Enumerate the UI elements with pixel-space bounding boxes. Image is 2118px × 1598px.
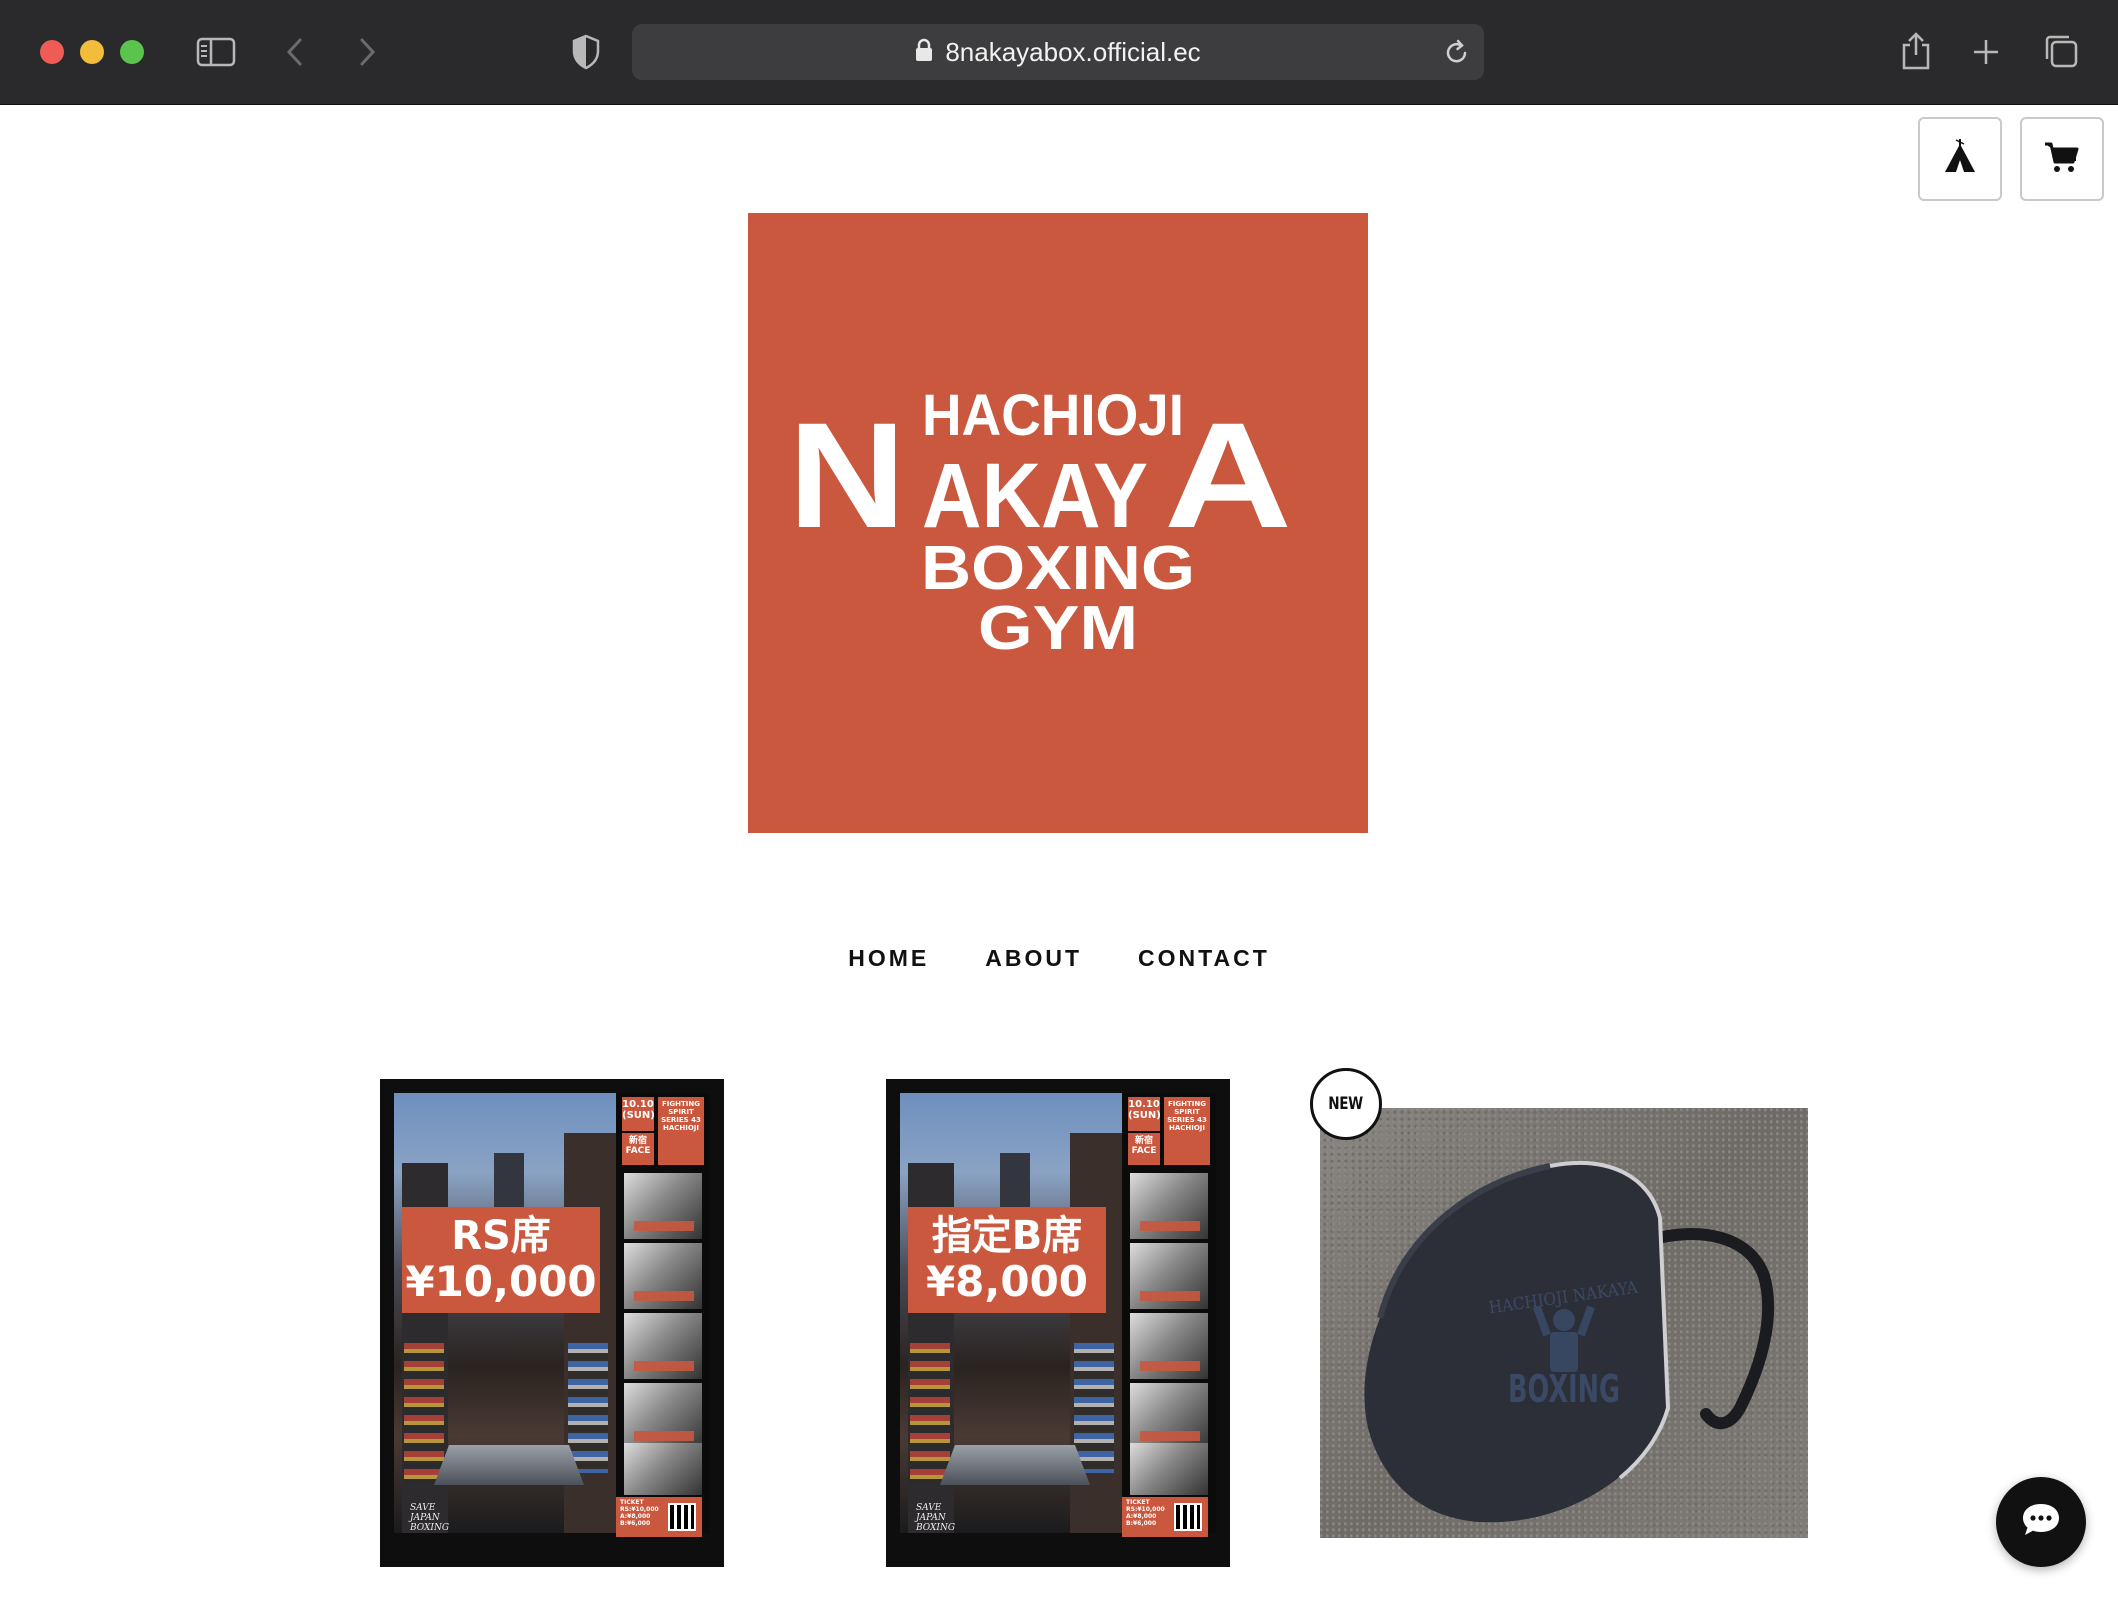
- poster-ticket-prices: TICKET RS:¥10,000 A:¥8,000 B:¥6,000: [1122, 1497, 1208, 1537]
- zoom-window-button[interactable]: [120, 40, 144, 64]
- nav-about[interactable]: ABOUT: [985, 945, 1082, 972]
- poster-slogan: SAVE JAPAN BOXING: [410, 1503, 450, 1533]
- tent-icon: [1942, 138, 1978, 181]
- share-icon[interactable]: [1896, 28, 1936, 74]
- reload-icon[interactable]: [1444, 38, 1470, 71]
- sidebar-toggle-icon[interactable]: [194, 34, 238, 70]
- new-badge: NEW: [1310, 1068, 1382, 1140]
- mask-product-image: HACHIOJI NAKAYA BOXING: [1320, 1108, 1808, 1538]
- chat-icon: [2020, 1501, 2062, 1544]
- poster-ticket-prices: TICKET RS:¥10,000 A:¥8,000 B:¥6,000: [616, 1497, 702, 1537]
- qr-code-icon: [668, 1503, 696, 1531]
- product-card-mask[interactable]: HACHIOJI NAKAYA BOXING: [1320, 1108, 1808, 1538]
- browser-toolbar: 8nakayabox.official.ec: [0, 0, 2118, 105]
- address-url: 8nakayabox.official.ec: [945, 36, 1201, 67]
- shop-logo[interactable]: N HACHIOJI AKAY A BOXING GYM: [748, 213, 1368, 833]
- poster-slogan: SAVE JAPAN BOXING: [916, 1503, 956, 1533]
- price-label: 指定B席 ¥8,000: [908, 1207, 1106, 1313]
- shop-home-button[interactable]: [1918, 117, 2002, 201]
- minimize-window-button[interactable]: [80, 40, 104, 64]
- nav-contact[interactable]: CONTACT: [1138, 945, 1270, 972]
- cart-icon: [2044, 140, 2080, 179]
- boxing-ring-image: [434, 1445, 584, 1485]
- product-card-rs-ticket[interactable]: SAVE JAPAN BOXING 10.10 (SUN) 新宿 FACE FIGHT…: [380, 1079, 724, 1567]
- svg-text:BOXING: BOXING: [921, 534, 1195, 603]
- cart-button[interactable]: [2020, 117, 2104, 201]
- lock-icon: [915, 38, 933, 67]
- poster-fight-card: 10.10 (SUN) 新宿 FACE FIGHTING SPIRIT SERIE…: [616, 1093, 710, 1533]
- price-label: RS席 ¥10,000: [402, 1207, 600, 1313]
- product-card-b-ticket[interactable]: SAVE JAPAN BOXING 10.10 (SUN) 新宿 FACE FIGHT…: [886, 1079, 1230, 1567]
- forward-icon[interactable]: [352, 34, 382, 70]
- tab-overview-icon[interactable]: [2040, 30, 2082, 72]
- qr-code-icon: [1174, 1503, 1202, 1531]
- back-icon[interactable]: [280, 34, 310, 70]
- close-window-button[interactable]: [40, 40, 64, 64]
- boxing-ring-image: [940, 1445, 1090, 1485]
- poster-fight-card: 10.10 (SUN) 新宿 FACE FIGHTING SPIRIT SERIE…: [1122, 1093, 1216, 1533]
- logo-lettering: N HACHIOJI AKAY A BOXING GYM: [788, 383, 1292, 663]
- privacy-shield-icon[interactable]: [568, 32, 604, 72]
- svg-text:BOXING: BOXING: [1508, 1367, 1620, 1411]
- address-bar[interactable]: 8nakayabox.official.ec: [632, 24, 1484, 80]
- svg-text:HACHIOJI: HACHIOJI: [922, 383, 1184, 448]
- new-tab-icon[interactable]: [1966, 32, 2006, 72]
- svg-text:GYM: GYM: [978, 594, 1138, 663]
- nav-home[interactable]: HOME: [848, 945, 929, 972]
- chat-button[interactable]: [1996, 1477, 2086, 1567]
- svg-text:AKAY: AKAY: [922, 445, 1148, 547]
- poster-cityscape-image: SAVE JAPAN BOXING: [394, 1093, 616, 1533]
- poster-cityscape-image: SAVE JAPAN BOXING: [900, 1093, 1122, 1533]
- main-nav: HOME ABOUT CONTACT: [0, 945, 2118, 972]
- svg-text:N: N: [788, 391, 906, 559]
- web-page: N HACHIOJI AKAY A BOXING GYM HOME ABOUT …: [0, 105, 2118, 1598]
